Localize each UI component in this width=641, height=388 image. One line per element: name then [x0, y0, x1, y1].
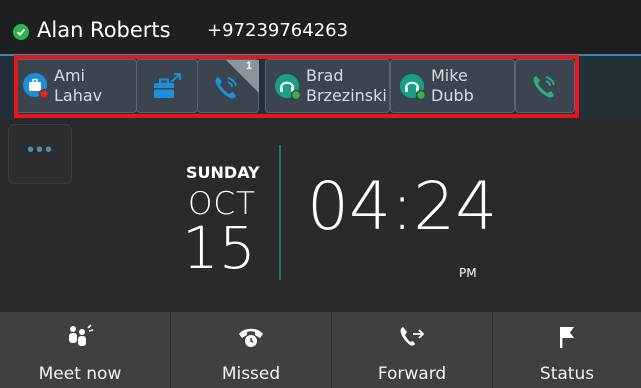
meet-now-button[interactable]: Meet now: [0, 312, 160, 388]
meet-now-label: Meet now: [38, 364, 122, 384]
missed-button[interactable]: Missed: [171, 312, 331, 388]
user-number: +97239764263: [207, 20, 349, 41]
clock-divider: [279, 145, 281, 280]
forward-icon: [400, 327, 425, 346]
presence-available-icon: [13, 24, 29, 40]
clock-ampm: PM: [459, 266, 477, 280]
more-button[interactable]: •••: [8, 124, 72, 184]
status-header: Alan Roberts +97239764263: [0, 0, 641, 54]
missed-call-icon: [239, 328, 263, 347]
forward-label: Forward: [377, 364, 447, 384]
user-name[interactable]: Alan Roberts: [37, 18, 171, 42]
clock-day: SUNDAY: [186, 163, 260, 182]
forward-button[interactable]: Forward: [332, 312, 492, 388]
missed-label: Missed: [221, 364, 281, 384]
flag-icon: [560, 327, 574, 348]
selection-highlight: [14, 55, 579, 118]
status-label: Status: [539, 364, 595, 384]
status-button[interactable]: Status: [493, 312, 641, 388]
meet-now-icon: [69, 324, 94, 346]
clock-time: 04:24: [307, 168, 498, 245]
clock-date: 15: [182, 214, 256, 282]
more-dots-icon: •••: [27, 139, 55, 161]
